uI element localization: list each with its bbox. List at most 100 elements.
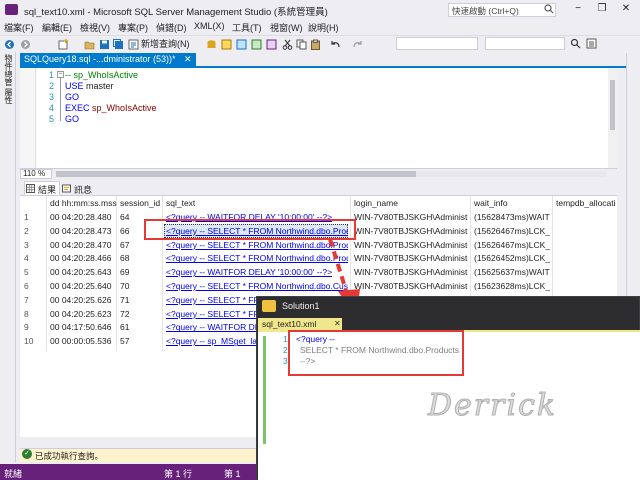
- row-number: 10: [24, 336, 34, 347]
- menu-debug[interactable]: 偵錯(D): [156, 21, 187, 34]
- column-header[interactable]: dd hh:mm:ss.mss: [50, 198, 117, 208]
- menu-tools[interactable]: 工具(T): [232, 21, 262, 34]
- row-number: 1: [24, 212, 29, 222]
- mdx-query-icon[interactable]: [236, 39, 247, 50]
- column-header[interactable]: tempdb_allocation: [556, 198, 616, 208]
- query-success-message: 已成功執行查詢。: [35, 451, 104, 461]
- analysis-query-icon[interactable]: [221, 39, 232, 50]
- menu-bar: 檔案(F) 編輯(E) 檢視(V) 專案(P) 偵錯(D) XML(X) 工具(…: [0, 20, 640, 35]
- menu-view[interactable]: 檢視(V): [80, 21, 110, 34]
- column-header[interactable]: wait_info: [474, 198, 508, 208]
- session-id-cell: 57: [120, 336, 130, 347]
- line-number: 4: [48, 103, 54, 113]
- status-ready: 就緒: [4, 469, 23, 479]
- wait-info-cell: (15626467ms)LCK_M_S: [474, 225, 550, 236]
- duration-cell: 00 04:20:25.626: [50, 294, 112, 305]
- search-toolbar-icon[interactable]: [570, 38, 581, 49]
- outline-line: [60, 73, 61, 121]
- new-query-icon[interactable]: [128, 39, 139, 50]
- session-id-cell: 72: [120, 308, 130, 319]
- menu-xml[interactable]: XML(X): [194, 21, 225, 31]
- highlight-box: [288, 330, 464, 376]
- menu-edit[interactable]: 編輯(E): [42, 21, 72, 34]
- session-id-cell: 61: [120, 322, 130, 333]
- close-window-button[interactable]: ✕: [616, 2, 636, 16]
- column-header[interactable]: session_id: [120, 198, 160, 208]
- horizontal-scroll-thumb[interactable]: [56, 171, 416, 177]
- save-icon[interactable]: [99, 39, 110, 50]
- keyword: EXEC: [65, 103, 90, 113]
- row-number: 8: [24, 308, 29, 319]
- identifier: master: [83, 81, 114, 91]
- back-icon[interactable]: [4, 39, 15, 50]
- menu-window[interactable]: 視窗(W): [270, 21, 303, 34]
- column-header[interactable]: sql_text: [166, 198, 195, 208]
- code-line: USE master: [65, 81, 114, 91]
- column-header[interactable]: login_name: [354, 198, 398, 208]
- row-number: 3: [24, 239, 29, 250]
- duration-cell: 00 04:20:25.623: [50, 308, 112, 319]
- session-id-cell: 67: [120, 239, 130, 250]
- menu-help[interactable]: 說明(H): [308, 21, 339, 34]
- properties-side-tab[interactable]: 屬性: [2, 88, 14, 104]
- query-document-tab[interactable]: SQLQuery18.sql -...dministrator (53))*: [20, 53, 196, 66]
- copy-icon[interactable]: [296, 39, 307, 50]
- code-line: -- sp_WhoIsActive: [65, 70, 139, 80]
- column-divider: [46, 196, 47, 351]
- change-margin: [263, 336, 266, 444]
- new-project-icon[interactable]: [58, 39, 69, 50]
- wait-info-cell: (15628473ms)WAITFOR: [474, 212, 550, 222]
- solution-icon: [262, 300, 276, 312]
- zoom-selector[interactable]: 110 %: [20, 169, 52, 179]
- redo-icon[interactable]: [352, 39, 363, 50]
- duration-cell: 00 04:20:28.470: [50, 239, 112, 250]
- minimize-button[interactable]: −: [568, 2, 588, 16]
- column-divider: [116, 196, 117, 351]
- forward-icon[interactable]: [20, 39, 31, 50]
- duration-cell: 00 00:00:05.536: [50, 336, 112, 347]
- collapse-toggle-icon[interactable]: −: [57, 71, 64, 78]
- session-id-cell: 70: [120, 281, 130, 291]
- code-line: GO: [65, 92, 80, 102]
- close-tab-icon[interactable]: ✕: [334, 318, 341, 330]
- line-number: 1: [48, 70, 54, 80]
- search-icon: [544, 4, 554, 14]
- close-tab-icon[interactable]: ✕: [184, 53, 192, 66]
- cut-icon[interactable]: [282, 39, 293, 50]
- menu-project[interactable]: 專案(P): [118, 21, 148, 34]
- code-line: GO: [65, 114, 80, 124]
- database-selector[interactable]: [396, 37, 478, 50]
- database-query-icon[interactable]: [206, 39, 217, 50]
- open-folder-icon[interactable]: [84, 39, 95, 50]
- procedure-name: sp_WhoIsActive: [89, 103, 157, 113]
- wait-info-cell: (15626452ms)LCK_M_S: [474, 253, 550, 264]
- row-number: 6: [24, 281, 29, 291]
- window-title: sql_text10.xml - Microsoft SQL Server Ma…: [24, 7, 328, 18]
- editor-scroll-thumb[interactable]: [610, 80, 615, 130]
- object-explorer-tab[interactable]: 物件總管: [2, 54, 14, 86]
- quick-launch-input[interactable]: 快速啟動 (Ctrl+Q): [448, 3, 556, 17]
- row-number: 7: [24, 294, 29, 305]
- save-all-icon[interactable]: [113, 39, 124, 50]
- row-number: 9: [24, 322, 29, 333]
- properties-toolbar-icon[interactable]: [586, 38, 597, 49]
- paste-icon[interactable]: [310, 39, 321, 50]
- xml-document-tab[interactable]: sql_text10.xml: [258, 318, 342, 330]
- line-number: 2: [48, 81, 54, 91]
- row-number: 2: [24, 225, 29, 236]
- dmx-query-icon[interactable]: [251, 39, 262, 50]
- undo-icon[interactable]: [330, 39, 341, 50]
- xmla-query-icon[interactable]: [266, 39, 277, 50]
- duration-cell: 00 04:20:25.643: [50, 267, 112, 278]
- wait-info-cell: (15623628ms)LCK_M_S: [474, 281, 550, 291]
- menu-file[interactable]: 檔案(F): [4, 21, 34, 34]
- wait-info-cell: (15626467ms)LCK_M_S: [474, 239, 550, 250]
- duration-cell: 00 04:20:28.466: [50, 253, 112, 264]
- maximize-button[interactable]: ❐: [592, 2, 612, 16]
- solution-config-selector[interactable]: [485, 37, 565, 50]
- line-number: 5: [48, 114, 54, 124]
- messages-icon: [62, 184, 71, 193]
- check-icon: ✓: [22, 449, 32, 459]
- new-query-button[interactable]: 新增查詢(N): [141, 38, 190, 51]
- result-tabs-bar: [20, 180, 617, 195]
